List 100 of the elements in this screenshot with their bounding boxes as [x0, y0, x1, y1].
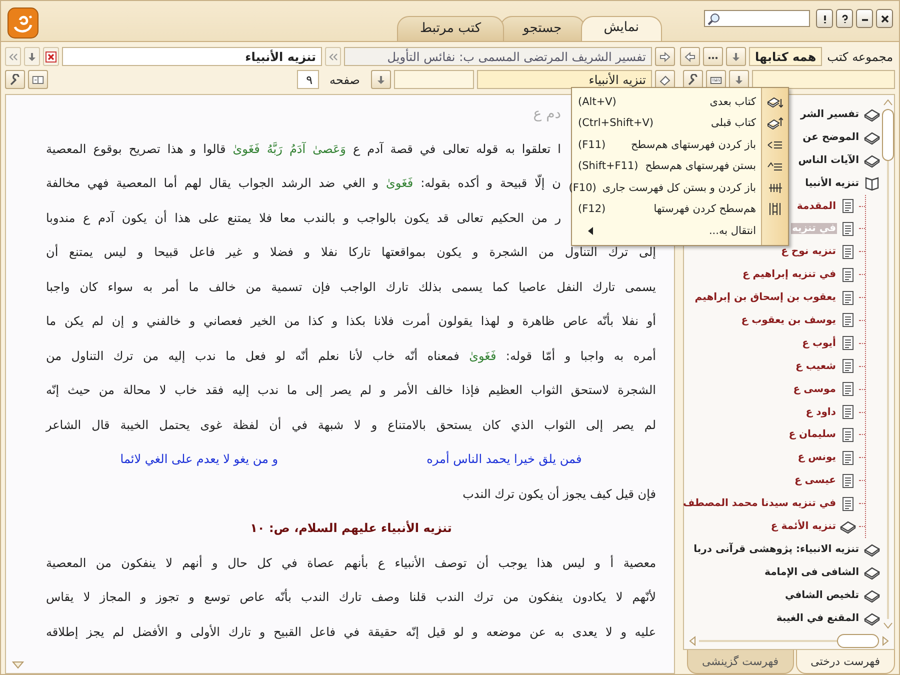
page-icon [840, 220, 856, 237]
app-logo-icon [7, 7, 39, 39]
tree-item[interactable]: شعيب ع [794, 360, 837, 372]
book-up-icon [767, 115, 783, 132]
filter-field[interactable] [752, 70, 895, 89]
split-view-icon [32, 74, 44, 86]
tree-item[interactable]: الآيات الناس [797, 154, 860, 166]
page-icon [840, 266, 856, 283]
page-icon [840, 358, 856, 374]
menu-item[interactable]: باز کردن فهرستهای هم‌سطح [625, 138, 762, 151]
tree-item[interactable]: تلخيص الشافي [784, 590, 860, 601]
help-icon [840, 14, 850, 24]
shortcut-text: (F11) [578, 138, 606, 151]
tree-item[interactable]: الموضح عن [802, 132, 860, 143]
tree-item[interactable]: في تنزيه سيدنا محمد المصطف [682, 498, 837, 510]
collection-dropdown[interactable]: همه کتابها [749, 47, 822, 66]
right-arrow-icon [659, 50, 671, 62]
page-icon [840, 244, 856, 260]
book-title-field[interactable]: تفسير الشريف المرتضى المسمى ب: نفائس التأويل [344, 47, 652, 66]
menu-item[interactable]: بستن فهرستهای هم‌سطح [639, 160, 762, 172]
text-line: عليه و لا يعدى به عن موضعه و لو قيل إنّه حقيقة في فاعل القبيح و تارك الأولى و الأفضل لم يجز إطلاقه [46, 624, 656, 641]
scrollbar-thumb[interactable] [882, 109, 894, 161]
page-icon [840, 426, 856, 443]
poem-verse: و من يغو لا يعدم على الغي لائما [120, 452, 278, 466]
text-line: لأنّهم لا يكادون ينفكون من ترك الندب قلنا وصف تارك الندب بأنّه عاص توسع و تجوز و المجاز لا يقاس [46, 588, 656, 606]
tree-item[interactable]: في تنزيه إبراهيم ع [741, 269, 837, 280]
forward-button[interactable] [655, 47, 675, 66]
down-arrow-icon [733, 74, 745, 86]
text-line: ا تعلقوا به قوله تعالى في قصة آدم ع وَعَصىٰ آدَمُ رَبَّهُ فَغَوىٰ قالوا و هذا تصريح بوقوع المعصية [46, 140, 561, 158]
text-line: الشجرة لاستحق الثواب العظيم فإذا خالف الأمر و لم يصر إلى ما ندب إليه فقد خاب لا محالة من حيث إنّه [46, 382, 656, 399]
close-book-button[interactable] [43, 47, 59, 66]
tab[interactable]: فهرست درختی [796, 650, 895, 674]
scroll-left-icon[interactable] [688, 635, 696, 647]
minimize-button[interactable] [856, 9, 873, 28]
scroll-right-icon[interactable] [882, 635, 890, 647]
tree-item[interactable]: سليمان ع [788, 429, 837, 440]
page-icon [840, 381, 856, 398]
page-icon [840, 450, 856, 466]
info-button[interactable] [816, 9, 833, 28]
tree-item[interactable]: الشافی فی الإمامة [764, 566, 860, 578]
menu-item[interactable]: هم‌سطح کردن فهرستها [648, 203, 762, 216]
close-icon [880, 14, 890, 24]
dropdown-button[interactable] [371, 70, 391, 89]
double-chevron-icon [327, 50, 339, 62]
shortcut-text: (Ctrl+Shift+V) [578, 117, 654, 130]
tree-item[interactable]: تفسير الشر [800, 108, 860, 120]
tab[interactable]: فهرست گزینشی [686, 650, 794, 674]
back-button[interactable] [680, 47, 700, 66]
tree-item[interactable]: المقنع في الغيبة [775, 612, 860, 624]
tab[interactable]: کتب مرتبط [397, 16, 504, 41]
close-button[interactable] [876, 9, 893, 28]
split-view-button[interactable] [28, 70, 48, 89]
history-button[interactable] [325, 47, 341, 66]
text-line: يسمى تارك النفل عاصيا كما يسمى بذلك تارك الواجب فإن تسمية من خالف ما أمر به سواء كان واجبا [46, 278, 656, 296]
search-icon [707, 12, 721, 26]
close-icon [45, 50, 57, 62]
tree-item[interactable]: يوسف بن يعقوب ع [740, 314, 837, 326]
tab[interactable]: جستجو [500, 16, 585, 41]
page-icon [840, 496, 856, 512]
tree-item[interactable]: تنزيه الأنبيا [804, 178, 860, 189]
scroll-up-icon[interactable] [882, 98, 894, 106]
text-line: أمره به واجبا و أمّا قوله: فَغَوىٰ فمعناه أنّه خاب لأنا نعلم أنّه لو فعل ما ندب إليه من ترك التناول من [46, 347, 656, 365]
menu-item[interactable]: انتقال به... [702, 224, 762, 237]
tree-item[interactable]: أيوب ع [801, 338, 837, 349]
page-heading: تنزيه الأنبياء عليهم السلام، ص: ۱۰ [250, 521, 452, 535]
tree-item[interactable]: يعقوب بن إسحاق بن إبراهيم [694, 292, 837, 304]
menu-item[interactable]: باز کردن و بستن کل فهرست جاری [596, 182, 762, 194]
columns-icon [767, 201, 783, 218]
help-button[interactable] [836, 9, 853, 28]
menu-item[interactable]: کتاب قبلی [704, 117, 762, 130]
menu-item[interactable]: کتاب بعدی [704, 96, 762, 108]
tree-item[interactable]: المقدمة [796, 200, 837, 212]
dropdown-button[interactable] [726, 47, 746, 66]
shortcut-text: (Alt+V) [578, 96, 616, 108]
scrollbar-thumb[interactable] [837, 634, 879, 648]
collection-label: مجموعه کتب [826, 50, 894, 64]
tree-item[interactable]: يونس ع [796, 452, 837, 464]
tree-item[interactable]: موسى ع [792, 384, 837, 395]
page-label: صفحه [328, 72, 361, 86]
down-button[interactable] [24, 47, 40, 66]
tree-item[interactable]: عيسى ع [793, 475, 837, 486]
search-field[interactable] [704, 10, 810, 27]
more-button[interactable] [703, 47, 724, 66]
page-field[interactable]: ۹ [296, 70, 319, 89]
tools-button[interactable] [5, 70, 25, 89]
down-arrow-icon [26, 50, 38, 62]
toc-search-field[interactable] [394, 70, 474, 89]
tree-item[interactable]: تنزيه نوح ع [780, 246, 837, 258]
tab[interactable]: نمایش [580, 16, 662, 41]
book-name-field[interactable]: تنزيه الأنبياء [62, 47, 322, 66]
toc-field[interactable]: تنزيه الأنبياء [477, 70, 652, 89]
scroll-down-icon[interactable] [12, 661, 24, 669]
tree-item[interactable]: تنزيه الأئمة ع [770, 520, 837, 532]
text-line: لم يصر إلى الثواب الذي كان يستحق بالامتناع و لا شبهة في أن لفظة غوى يحتمل الخيبة قال الشاعر [46, 416, 656, 434]
scroll-down-icon[interactable] [882, 622, 894, 630]
text-line: إلى ترك التناول من الشجرة و يكون بمواقعتها تاركا نفلا و فضلا و غير فاعل قبيحا و ليس يمتنع أن [46, 243, 656, 261]
shortcut-text: (Shift+F11) [578, 160, 638, 172]
wrench-icon [687, 74, 699, 86]
tree-item[interactable]: تنزيه الانبياء: پژوهشی قرآنی دربا [692, 544, 860, 555]
tree-item[interactable]: داود ع [804, 406, 837, 418]
